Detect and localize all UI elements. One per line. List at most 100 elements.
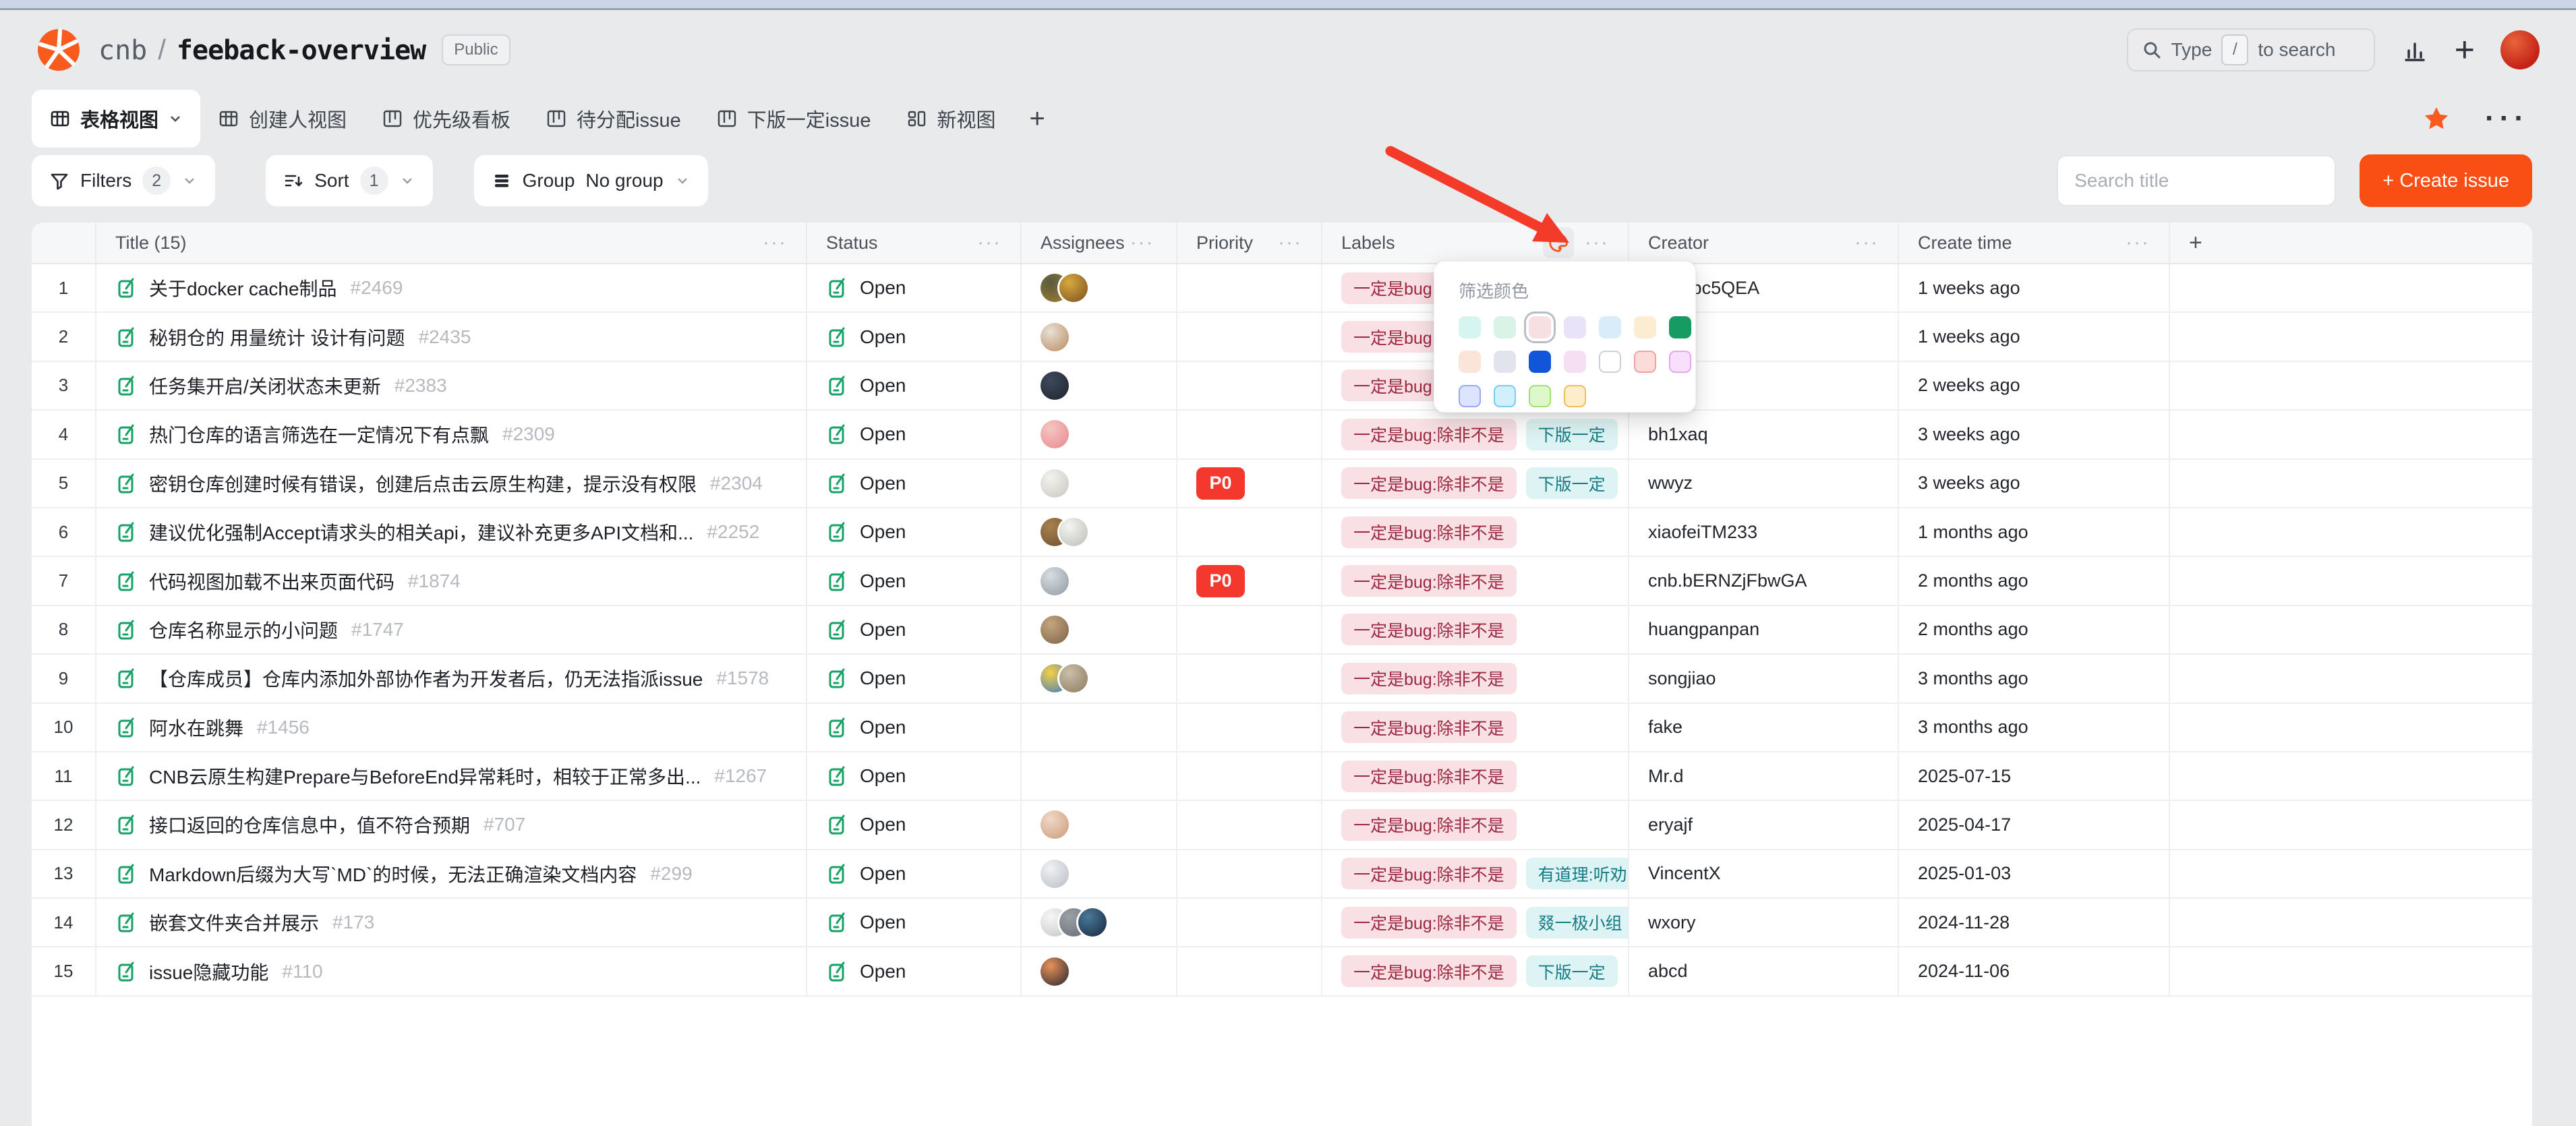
color-swatch[interactable] [1669, 351, 1691, 373]
labels-cell[interactable]: 一定是bug:除非不是 [1322, 655, 1629, 702]
add-view-button[interactable]: + [1013, 104, 1061, 134]
label-badge[interactable]: 一定是bug:除非不是 [1341, 516, 1517, 548]
assignees-cell[interactable] [1022, 557, 1177, 604]
issue-title[interactable]: 关于docker cache制品 [149, 274, 337, 301]
label-badge[interactable]: 一定是bug:除非不是 [1341, 907, 1517, 939]
label-badge[interactable]: 一定是bug:除非不是 [1341, 809, 1517, 841]
cnb-logo-icon[interactable] [36, 28, 81, 72]
priority-cell[interactable] [1177, 899, 1322, 946]
priority-cell[interactable] [1177, 264, 1322, 312]
table-row[interactable]: 8 仓库名称显示的小问题 #1747 Open [32, 606, 2532, 655]
issue-title[interactable]: 密钥仓库创建时候有错误，创建后点击云原生构建，提示没有权限 [149, 470, 697, 497]
labels-cell[interactable]: 一定是bug:除非不是有道理:听劝 [1322, 850, 1629, 897]
column-menu-icon[interactable]: ··· [1130, 231, 1154, 254]
table-row[interactable]: 3 任务集开启/关闭状态未更新 #2383 Open [32, 362, 2532, 411]
color-swatch[interactable] [1529, 385, 1551, 407]
priority-cell[interactable] [1177, 801, 1322, 848]
labels-cell[interactable]: 一定是bug:除非不是下版一定 [1322, 460, 1629, 507]
tab-priority-board[interactable]: 优先级看板 [364, 90, 528, 148]
assignees-cell[interactable] [1022, 850, 1177, 897]
priority-cell[interactable] [1177, 850, 1322, 897]
color-swatch[interactable] [1599, 351, 1621, 373]
table-row[interactable]: 10 阿水在跳舞 #1456 Open [32, 704, 2532, 752]
assignees-cell[interactable] [1022, 704, 1177, 751]
sort-button[interactable]: Sort 1 [266, 155, 432, 206]
insights-chart-icon[interactable] [2401, 36, 2429, 64]
assignee-avatar[interactable] [1078, 908, 1107, 937]
table-row[interactable]: 9 【仓库成员】仓库内添加外部协作者为开发者后，仍无法指派issue #1578 [32, 655, 2532, 703]
title-search-input[interactable] [2073, 169, 2319, 192]
priority-cell[interactable] [1177, 704, 1322, 751]
labels-cell[interactable]: 一定是bug:除非不是 [1322, 752, 1629, 800]
assignees-cell[interactable] [1022, 264, 1177, 312]
color-swatch[interactable] [1634, 351, 1656, 373]
labels-cell[interactable]: 一定是bug:除非不是 [1322, 704, 1629, 751]
color-swatch[interactable] [1564, 385, 1586, 407]
assignee-avatar[interactable] [1059, 274, 1088, 302]
column-menu-icon[interactable]: ··· [977, 231, 1001, 254]
group-button[interactable]: Group No group [474, 155, 708, 206]
table-row[interactable]: 7 代码视图加载不出来页面代码 #1874 Open [32, 557, 2532, 605]
label-badge[interactable]: 一定是bug:除非不是 [1341, 467, 1517, 499]
priority-cell[interactable] [1177, 655, 1322, 702]
label-color-filter-button[interactable] [1543, 227, 1574, 258]
assignee-avatar[interactable] [1041, 567, 1069, 595]
priority-cell[interactable] [1177, 947, 1322, 995]
label-badge[interactable]: 一定是bug:除非不是 [1341, 858, 1517, 889]
header-priority[interactable]: Priority ··· [1177, 223, 1322, 263]
label-badge[interactable]: 一定是bug:除非不是 [1341, 419, 1517, 450]
label-badge[interactable]: 一定是bug:除非不是 [1341, 761, 1517, 792]
assignee-avatar[interactable] [1041, 860, 1069, 888]
header-labels[interactable]: Labels ··· [1322, 223, 1629, 263]
header-title[interactable]: Title (15) ··· [96, 223, 807, 263]
label-badge[interactable]: 下版一定 [1526, 467, 1618, 499]
breadcrumb-org[interactable]: cnb [98, 35, 147, 66]
assignee-avatar[interactable] [1059, 664, 1088, 692]
favorite-star-icon[interactable] [2423, 105, 2450, 132]
priority-cell[interactable] [1177, 362, 1322, 409]
table-row[interactable]: 2 秘钥仓的 用量统计 设计有问题 #2435 Open [32, 313, 2532, 361]
color-swatch[interactable] [1494, 351, 1516, 373]
assignees-cell[interactable] [1022, 606, 1177, 653]
label-badge[interactable]: 一定是bug:除非不是 [1341, 663, 1517, 694]
column-menu-icon[interactable]: ··· [1278, 231, 1302, 254]
view-more-menu[interactable]: ··· [2485, 102, 2529, 136]
table-row[interactable]: 11 CNB云原生构建Prepare与BeforeEnd异常耗时，相较于正常多出… [32, 752, 2532, 801]
column-menu-icon[interactable]: ··· [1854, 231, 1879, 254]
tab-next-release-issue[interactable]: 下版一定issue [699, 90, 889, 148]
priority-cell[interactable] [1177, 313, 1322, 360]
issue-title[interactable]: 任务集开启/关闭状态未更新 [149, 372, 381, 399]
assignees-cell[interactable] [1022, 313, 1177, 360]
labels-cell[interactable]: 一定是bug:除非不是下版一定 [1322, 411, 1629, 458]
issue-title[interactable]: 仓库名称显示的小问题 [149, 616, 338, 643]
issue-title[interactable]: CNB云原生构建Prepare与BeforeEnd异常耗时，相较于正常多出... [149, 763, 701, 790]
label-badge[interactable]: 一定是bug:除非不是 [1341, 711, 1517, 743]
table-row[interactable]: 5 密钥仓库创建时候有错误，创建后点击云原生构建，提示没有权限 #2304 [32, 460, 2532, 508]
color-swatch[interactable] [1529, 351, 1551, 373]
issue-title[interactable]: 【仓库成员】仓库内添加外部协作者为开发者后，仍无法指派issue [149, 665, 703, 692]
color-swatch[interactable] [1529, 316, 1551, 338]
priority-cell[interactable]: P0 [1177, 557, 1322, 604]
assignees-cell[interactable] [1022, 655, 1177, 702]
table-row[interactable]: 12 接口返回的仓库信息中，值不符合预期 #707 Open [32, 801, 2532, 850]
assignee-avatar[interactable] [1059, 518, 1088, 546]
assignees-cell[interactable] [1022, 752, 1177, 800]
label-badge[interactable]: 叕一极小组 [1526, 907, 1629, 939]
priority-cell[interactable] [1177, 752, 1322, 800]
color-swatch[interactable] [1564, 316, 1586, 338]
assignees-cell[interactable] [1022, 801, 1177, 848]
column-menu-icon[interactable]: ··· [2126, 231, 2150, 254]
assignee-avatar[interactable] [1041, 323, 1069, 351]
issue-title[interactable]: 热门仓库的语言筛选在一定情况下有点飘 [149, 421, 489, 448]
assignee-avatar[interactable] [1041, 469, 1069, 498]
issue-title[interactable]: 阿水在跳舞 [149, 714, 243, 741]
global-search[interactable]: Type / to search [2127, 28, 2375, 71]
color-swatch[interactable] [1459, 316, 1481, 338]
priority-cell[interactable]: P0 [1177, 460, 1322, 507]
color-swatch[interactable] [1669, 316, 1691, 338]
tab-unassigned-issue[interactable]: 待分配issue [528, 90, 699, 148]
labels-cell[interactable]: 一定是bug:除非不是 [1322, 557, 1629, 604]
create-new-icon[interactable]: + [2455, 32, 2475, 67]
priority-cell[interactable] [1177, 508, 1322, 556]
color-swatch[interactable] [1494, 316, 1516, 338]
